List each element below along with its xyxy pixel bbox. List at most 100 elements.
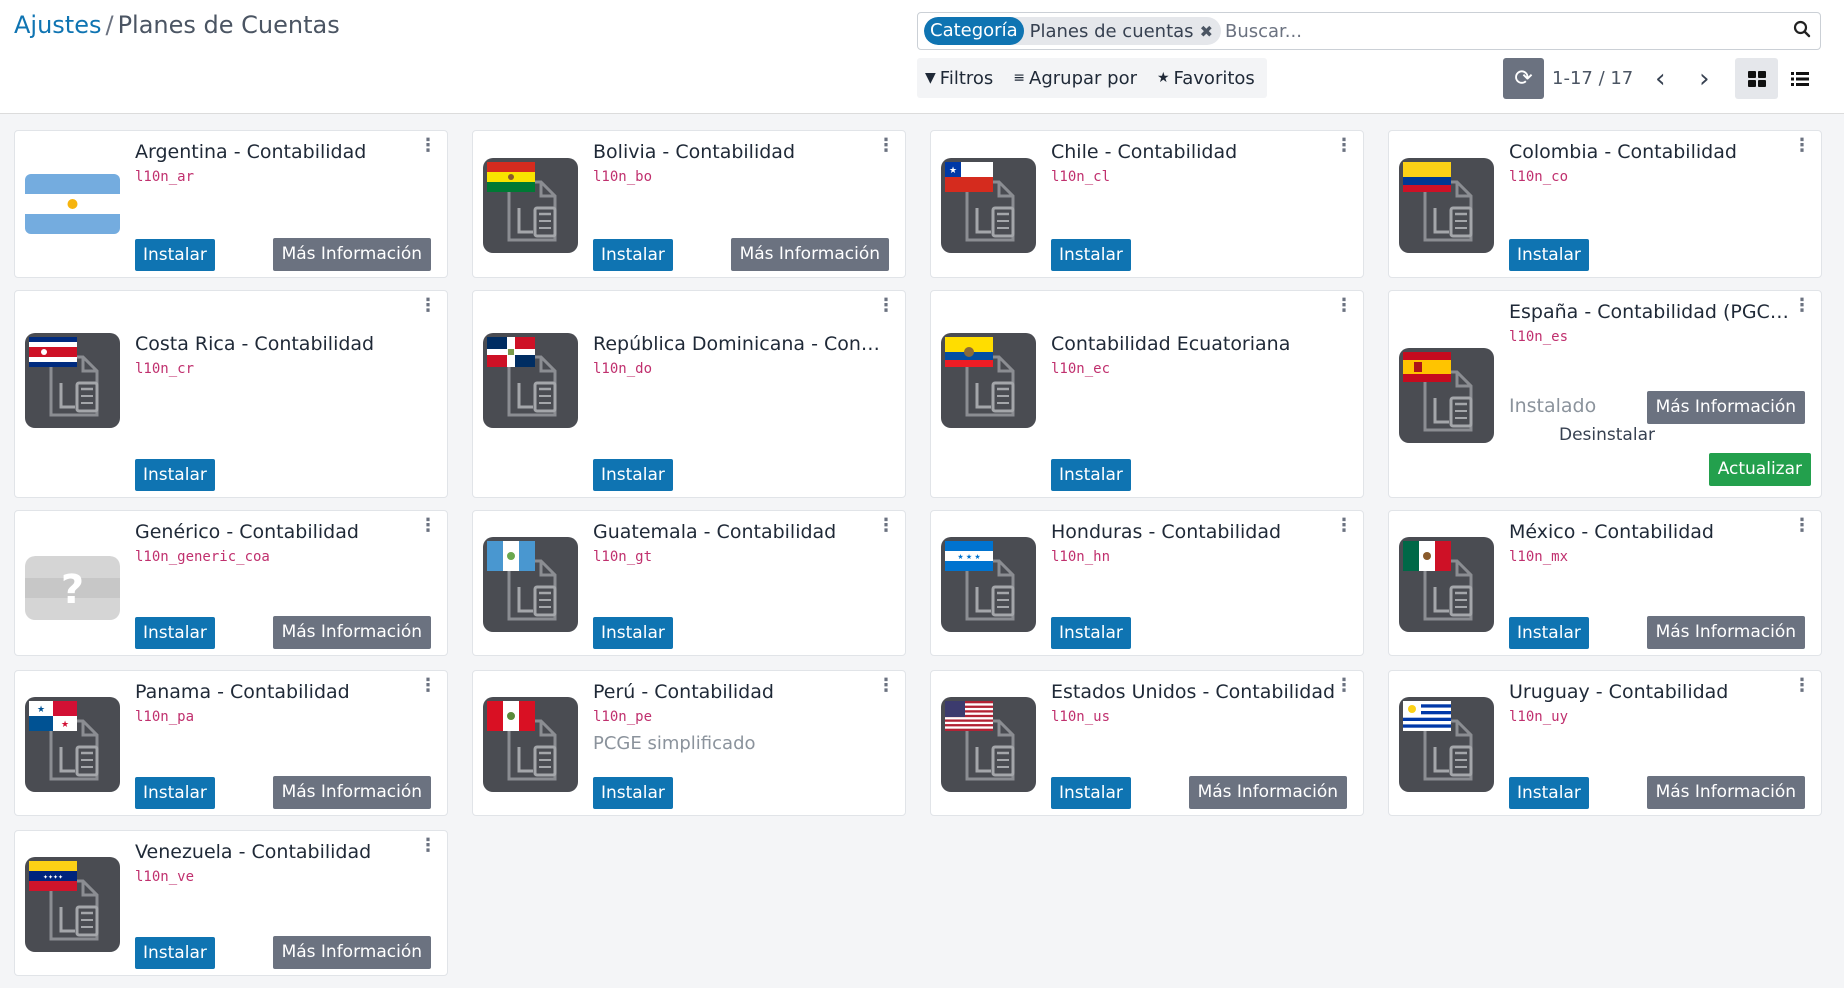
module-card[interactable]: Contabilidad Ecuatoriana l10n_ec ⋮ Instalar [930, 290, 1364, 498]
module-card[interactable]: ★ ★ ★ Honduras - Contabilidad l10n_hn ⋮ Inst… [930, 510, 1364, 656]
module-card[interactable]: Uruguay - Contabilidad l10n_uy ⋮ Instalar Má… [1388, 670, 1822, 816]
ellipsis-vertical-icon[interactable]: ⋮ [877, 297, 895, 315]
install-button[interactable]: Instalar [1051, 459, 1131, 491]
ellipsis-vertical-icon[interactable]: ⋮ [1793, 677, 1811, 695]
module-title: Bolivia - Contabilidad [593, 141, 796, 163]
svg-text:★: ★ [949, 166, 957, 176]
more-info-button[interactable]: Más Información [272, 238, 431, 271]
module-title: Costa Rica - Contabilidad [135, 333, 375, 355]
filters-button[interactable]: ▼ Filtros [925, 68, 993, 89]
module-card[interactable]: República Dominicana - Cont... l10n_do ⋮ In… [472, 290, 906, 498]
module-card[interactable]: ? Genérico - Contabilidad l10n_generic_coa… [14, 510, 448, 656]
more-info-button[interactable]: Más Información [1188, 776, 1347, 809]
module-card[interactable]: Guatemala - Contabilidad l10n_gt ⋮ Instalar [472, 510, 906, 656]
install-button[interactable]: Instalar [1051, 777, 1131, 809]
ellipsis-vertical-icon[interactable]: ⋮ [1335, 297, 1353, 315]
module-technical-name: l10n_bo [593, 169, 653, 185]
ellipsis-vertical-icon[interactable]: ⋮ [419, 517, 437, 535]
ellipsis-vertical-icon[interactable]: ⋮ [419, 137, 437, 155]
reload-button[interactable]: ⟳ [1503, 58, 1544, 99]
ellipsis-vertical-icon[interactable]: ⋮ [877, 517, 895, 535]
more-info-button[interactable]: Más Información [730, 238, 889, 271]
module-card[interactable]: Colombia - Contabilidad l10n_co ⋮ Instalar [1388, 130, 1822, 278]
module-card[interactable]: Estados Unidos - Contabilidad l10n_us ⋮ Ins… [930, 670, 1364, 816]
module-card[interactable]: ★ ★ Panama - Contabilidad l10n_pa ⋮ Instalar M… [14, 670, 448, 816]
kanban-view-button[interactable] [1735, 58, 1778, 99]
install-button[interactable]: Instalar [593, 617, 673, 649]
update-button[interactable]: Actualizar [1708, 453, 1811, 486]
svg-text:?: ? [61, 567, 84, 613]
ellipsis-vertical-icon[interactable]: ⋮ [1793, 517, 1811, 535]
installed-label: Instalado [1509, 395, 1597, 417]
module-card[interactable]: Perú - Contabilidad l10n_pe PCGE simplific… [472, 670, 906, 816]
more-info-button[interactable]: Más Información [1646, 776, 1805, 809]
module-card[interactable]: España - Contabilidad (PGCE ... l10n_es ⋮ I… [1388, 290, 1822, 498]
breadcrumb-parent-link[interactable]: Ajustes [14, 11, 101, 39]
more-info-button[interactable]: Más Información [272, 616, 431, 649]
ellipsis-vertical-icon[interactable]: ⋮ [1335, 517, 1353, 535]
install-button[interactable]: Instalar [1051, 617, 1131, 649]
search-input[interactable] [1224, 20, 1784, 42]
pager-previous-button[interactable]: ‹ [1643, 58, 1677, 99]
favorites-button[interactable]: ★ Favoritos [1157, 68, 1255, 89]
install-button[interactable]: Instalar [1509, 617, 1589, 649]
module-technical-name: l10n_mx [1509, 549, 1569, 565]
close-icon[interactable]: ✖ [1200, 22, 1221, 41]
module-card[interactable]: México - Contabilidad l10n_mx ⋮ Instalar Más… [1388, 510, 1822, 656]
module-title: Argentina - Contabilidad [135, 141, 367, 163]
grid-icon [1747, 70, 1766, 87]
more-info-button[interactable]: Más Información [1646, 616, 1805, 649]
more-info-button[interactable]: Más Información [1646, 391, 1805, 424]
module-icon [1399, 696, 1494, 792]
ellipsis-vertical-icon[interactable]: ⋮ [1793, 137, 1811, 155]
module-icon [25, 333, 120, 428]
more-info-button[interactable]: Más Información [272, 936, 431, 969]
install-button[interactable]: Instalar [1051, 239, 1131, 271]
module-card[interactable]: Costa Rica - Contabilidad l10n_cr ⋮ Instala… [14, 290, 448, 498]
module-title: Estados Unidos - Contabilidad [1051, 681, 1336, 703]
install-button[interactable]: Instalar [135, 459, 215, 491]
svg-text:★: ★ [37, 705, 45, 715]
install-button[interactable]: Instalar [593, 459, 673, 491]
breadcrumb: Ajustes / Planes de Cuentas [14, 11, 340, 39]
install-button[interactable]: Instalar [135, 777, 215, 809]
install-button[interactable]: Instalar [135, 239, 215, 271]
module-card[interactable]: ★ Chile - Contabilidad l10n_cl ⋮ Instalar [930, 130, 1364, 278]
pager: ⟳ 1-17 / 17 ‹ › [1503, 58, 1721, 99]
ellipsis-vertical-icon[interactable]: ⋮ [1335, 137, 1353, 155]
module-card[interactable]: Argentina - Contabilidad l10n_ar ⋮ Instalar… [14, 130, 448, 278]
control-panel: Ajustes / Planes de Cuentas Categoría Plan… [0, 0, 1844, 114]
module-card[interactable]: ✦✦✦✦ Venezuela - Contabilidad l10n_ve ⋮ Inst… [14, 830, 448, 976]
module-icon [483, 157, 578, 253]
install-button[interactable]: Instalar [1509, 239, 1589, 271]
star-icon: ★ [1156, 70, 1170, 86]
bars-icon: ≡ [1013, 70, 1026, 86]
search-options: ▼ Filtros ≡ Agrupar por ★ Favoritos [917, 58, 1267, 98]
install-button[interactable]: Instalar [593, 777, 673, 809]
ellipsis-vertical-icon[interactable]: ⋮ [877, 137, 895, 155]
module-card[interactable]: Bolivia - Contabilidad l10n_bo ⋮ Instalar Má… [472, 130, 906, 278]
module-title: Perú - Contabilidad [593, 681, 774, 703]
svg-text:✦✦✦✦: ✦✦✦✦ [43, 874, 63, 881]
ellipsis-vertical-icon[interactable]: ⋮ [877, 677, 895, 695]
module-title: Venezuela - Contabilidad [135, 841, 372, 863]
list-view-button[interactable] [1778, 58, 1821, 99]
module-technical-name: l10n_us [1051, 709, 1111, 725]
ellipsis-vertical-icon[interactable]: ⋮ [1335, 677, 1353, 695]
uninstall-link[interactable]: Desinstalar [1559, 425, 1655, 445]
pager-value[interactable]: 1-17 / 17 [1552, 68, 1633, 89]
pager-next-button[interactable]: › [1687, 58, 1721, 99]
search-icon[interactable] [1784, 20, 1820, 43]
install-button[interactable]: Instalar [135, 937, 215, 969]
install-button[interactable]: Instalar [135, 617, 215, 649]
module-technical-name: l10n_pa [135, 709, 195, 725]
more-info-button[interactable]: Más Información [272, 776, 431, 809]
ellipsis-vertical-icon[interactable]: ⋮ [1793, 297, 1811, 315]
ellipsis-vertical-icon[interactable]: ⋮ [419, 677, 437, 695]
ellipsis-vertical-icon[interactable]: ⋮ [419, 837, 437, 855]
group-by-button[interactable]: ≡ Agrupar por [1013, 68, 1137, 89]
install-button[interactable]: Instalar [593, 239, 673, 271]
ellipsis-vertical-icon[interactable]: ⋮ [419, 297, 437, 315]
module-technical-name: l10n_generic_coa [135, 549, 270, 565]
install-button[interactable]: Instalar [1509, 777, 1589, 809]
